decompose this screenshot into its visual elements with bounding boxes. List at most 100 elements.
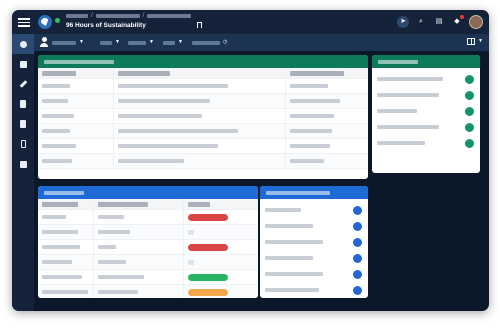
empty-status	[188, 229, 194, 235]
sidebar-item-documents[interactable]	[12, 94, 34, 114]
list-item[interactable]	[260, 266, 368, 282]
clock-icon: ◷	[223, 39, 228, 45]
status-dot-icon[interactable]	[465, 122, 474, 132]
chevron-down-icon: ▼	[79, 39, 84, 45]
top-actions: ➤ ⌕ ▤ ◆	[397, 15, 483, 29]
panel-header	[38, 55, 368, 68]
list-item[interactable]	[372, 135, 480, 151]
status-dot-icon[interactable]	[465, 90, 474, 100]
breadcrumb: / /	[66, 13, 192, 19]
table-row[interactable]	[38, 94, 368, 109]
status-badge	[188, 243, 228, 251]
breadcrumb-item[interactable]	[66, 14, 88, 18]
user-filter-dropdown[interactable]: ▼	[52, 38, 84, 47]
list-item[interactable]	[372, 87, 480, 103]
navigate-icon[interactable]: ➤	[397, 16, 409, 28]
list-item[interactable]	[260, 234, 368, 250]
sidebar-item-device[interactable]	[12, 134, 34, 154]
status-dot-icon[interactable]	[353, 269, 362, 279]
list-item[interactable]	[260, 282, 368, 298]
table-row[interactable]	[38, 225, 258, 240]
side-navigation	[12, 34, 34, 311]
checkbox-icon	[19, 60, 27, 68]
dashboard-icon	[19, 160, 27, 168]
table-row[interactable]	[38, 240, 258, 255]
status-dot-icon[interactable]	[353, 205, 362, 215]
table-row[interactable]	[38, 285, 258, 298]
sidebar-item-users[interactable]	[12, 34, 34, 54]
report-icon	[20, 120, 26, 128]
bell-icon[interactable]: ◆	[451, 15, 464, 28]
notification-badge	[460, 15, 464, 19]
table-row[interactable]	[38, 124, 368, 139]
status-table-panel	[38, 186, 258, 298]
filter-toolbar: ▼ ▼ ▼ ▼ ◷ ▼	[34, 34, 489, 51]
status-dot-icon[interactable]	[353, 237, 362, 247]
breadcrumb-item[interactable]	[147, 14, 192, 18]
bookmark-icon[interactable]	[197, 22, 202, 28]
page-title: 96 Hours of Sustainability	[66, 22, 146, 29]
layout-grid-icon	[467, 38, 476, 45]
top-bar: / / 96 Hours of Sustainability ➤ ⌕ ▤ ◆	[12, 10, 489, 34]
list-item[interactable]	[372, 103, 480, 119]
avatar[interactable]	[469, 15, 483, 29]
date-filter[interactable]: ◷	[192, 38, 227, 47]
breadcrumb-separator: /	[142, 13, 145, 19]
blue-list-panel	[260, 186, 368, 298]
breadcrumb-separator: /	[91, 13, 93, 19]
table-row[interactable]	[38, 255, 258, 270]
table-row[interactable]	[38, 210, 258, 225]
pencil-icon	[19, 80, 27, 88]
panel-header	[372, 55, 480, 68]
sidebar-item-tasks[interactable]	[12, 54, 34, 74]
table-header-row	[38, 68, 368, 79]
status-badge	[188, 288, 228, 296]
table-row[interactable]	[38, 139, 368, 154]
status-dot-icon[interactable]	[465, 138, 474, 148]
online-status-icon	[55, 18, 60, 23]
sidebar-item-reports[interactable]	[12, 114, 34, 134]
search-icon[interactable]: ⌕	[415, 16, 427, 28]
status-dot-icon[interactable]	[465, 106, 474, 116]
chevron-down-icon: ▼	[478, 38, 483, 44]
status-dot-icon[interactable]	[353, 253, 362, 263]
status-dot-icon[interactable]	[353, 221, 362, 231]
list-item[interactable]	[260, 202, 368, 218]
status-dot-icon[interactable]	[465, 74, 474, 84]
layout-switcher[interactable]: ▼	[467, 38, 483, 45]
status-badge	[188, 213, 228, 221]
breadcrumb-item[interactable]	[95, 14, 140, 18]
green-list-panel	[372, 55, 480, 173]
app-window: / / 96 Hours of Sustainability ➤ ⌕ ▤ ◆ ▼…	[12, 10, 489, 311]
table-row[interactable]	[38, 79, 368, 94]
status-dot-icon[interactable]	[353, 285, 362, 295]
table-row[interactable]	[38, 270, 258, 285]
list-item[interactable]	[260, 250, 368, 266]
documents-icon	[20, 100, 26, 108]
overview-table-panel	[38, 55, 368, 179]
list-item[interactable]	[372, 119, 480, 135]
filter-dropdown[interactable]: ▼	[163, 38, 183, 47]
table-row[interactable]	[38, 109, 368, 124]
chevron-down-icon: ▼	[178, 39, 183, 45]
filter-dropdown[interactable]: ▼	[128, 38, 154, 47]
users-icon	[19, 40, 27, 48]
user-icon	[40, 37, 48, 47]
table-row[interactable]	[38, 154, 368, 169]
list-item[interactable]	[260, 218, 368, 234]
empty-status	[188, 259, 194, 265]
status-badge	[188, 273, 228, 281]
app-logo-icon[interactable]	[38, 15, 52, 29]
chat-icon[interactable]: ▤	[433, 16, 445, 28]
hamburger-icon[interactable]	[18, 16, 30, 28]
panel-header	[38, 186, 258, 199]
device-icon	[20, 140, 26, 148]
sidebar-item-dashboard[interactable]	[12, 154, 34, 174]
filter-dropdown[interactable]: ▼	[100, 38, 120, 47]
panel-header	[260, 186, 368, 199]
chevron-down-icon: ▼	[115, 39, 120, 45]
sidebar-item-edit[interactable]	[12, 74, 34, 94]
chevron-down-icon: ▼	[149, 39, 154, 45]
list-item[interactable]	[372, 71, 480, 87]
table-header-row	[38, 199, 258, 210]
